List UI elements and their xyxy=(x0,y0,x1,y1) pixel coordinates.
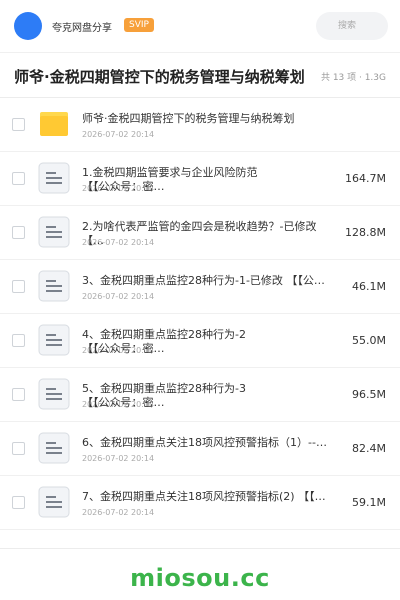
item-size: 82.4M xyxy=(352,442,386,455)
item-name-continued: 【… xyxy=(82,234,104,247)
item-date: 2026-07-02 20:14 xyxy=(82,508,155,517)
select-checkbox[interactable] xyxy=(12,388,25,401)
item-name-continued: 【【公众号：密… xyxy=(82,396,165,409)
folder-icon xyxy=(40,112,68,136)
item-size: 59.1M xyxy=(352,496,386,509)
select-checkbox[interactable] xyxy=(12,280,25,293)
item-name-continued: 【【公众号：密… xyxy=(82,180,165,193)
page-title: 师爷·金税四期管控下的税务管理与纳税筹划 xyxy=(14,68,305,86)
select-checkbox[interactable] xyxy=(12,172,25,185)
item-name: 1.金税四期监管要求与企业风险防范 xyxy=(82,166,258,179)
folder-meta: 共 13 项 · 1.3G xyxy=(320,73,386,83)
document-icon xyxy=(38,486,70,518)
item-size: 46.1M xyxy=(352,280,386,293)
item-name: 5、金税四期重点监控28种行为-3 xyxy=(82,382,246,395)
list-item[interactable]: 7、金税四期重点关注18项风控预警指标(2) 【【… 2026-07-02 20… xyxy=(0,476,400,530)
list-item[interactable]: 6、金税四期重点关注18项风控预警指标（1）--已… 2026-07-02 20… xyxy=(0,422,400,476)
select-checkbox[interactable] xyxy=(12,442,25,455)
list-item[interactable]: 3、金税四期重点监控28种行为-1-已修改 【【公… 2026-07-02 20… xyxy=(0,260,400,314)
item-name: 2.为啥代表严监管的金四会是税收趋势？-已修改 xyxy=(82,220,317,233)
select-checkbox[interactable] xyxy=(12,496,25,509)
avatar[interactable] xyxy=(14,12,42,40)
item-size: 96.5M xyxy=(352,388,386,401)
top-bar: 夸克网盘分享 SVIP 搜索 xyxy=(0,0,400,52)
divider xyxy=(0,548,400,549)
svip-badge: SVIP xyxy=(124,18,154,32)
document-icon xyxy=(38,270,70,302)
document-icon xyxy=(38,216,70,248)
list-item[interactable]: 1.金税四期监管要求与企业风险防范 2026-07-02 20:14 【【公众号… xyxy=(0,152,400,206)
item-name-continued: 【【公众号：密… xyxy=(82,342,165,355)
item-size: 55.0M xyxy=(352,334,386,347)
item-size: 128.8M xyxy=(345,226,386,239)
select-checkbox[interactable] xyxy=(12,118,25,131)
document-icon xyxy=(38,162,70,194)
list-item[interactable]: 4、金税四期重点监控28种行为-2 2026-07-02 20:14 【【公众号… xyxy=(0,314,400,368)
file-list: 师爷·金税四期管控下的税务管理与纳税筹划 2026-07-02 20:14 1.… xyxy=(0,98,400,530)
item-date: 2026-07-02 20:14 xyxy=(82,454,155,463)
select-checkbox[interactable] xyxy=(12,226,25,239)
folder-header: 师爷·金税四期管控下的税务管理与纳税筹划 共 13 项 · 1.3G xyxy=(0,52,400,98)
item-date: 2026-07-02 20:14 xyxy=(82,292,155,301)
item-name: 6、金税四期重点关注18项风控预警指标（1）--已… xyxy=(82,436,334,449)
item-size: 164.7M xyxy=(345,172,386,185)
item-name: 3、金税四期重点监控28种行为-1-已修改 【【公… xyxy=(82,274,325,287)
user-name: 夸克网盘分享 xyxy=(52,23,112,34)
document-icon xyxy=(38,324,70,356)
search-input[interactable]: 搜索 xyxy=(316,12,388,40)
item-name: 师爷·金税四期管控下的税务管理与纳税筹划 xyxy=(82,112,295,125)
list-item[interactable]: 5、金税四期重点监控28种行为-3 2026-07-02 20:14 【【公众号… xyxy=(0,368,400,422)
watermark: miosou.cc xyxy=(130,564,270,592)
select-checkbox[interactable] xyxy=(12,334,25,347)
document-icon xyxy=(38,378,70,410)
list-item[interactable]: 师爷·金税四期管控下的税务管理与纳税筹划 2026-07-02 20:14 xyxy=(0,98,400,152)
document-icon xyxy=(38,432,70,464)
item-date: 2026-07-02 20:14 xyxy=(82,130,155,139)
item-name: 4、金税四期重点监控28种行为-2 xyxy=(82,328,246,341)
list-item[interactable]: 2.为啥代表严监管的金四会是税收趋势？-已修改 2026-07-02 20:14… xyxy=(0,206,400,260)
item-name: 7、金税四期重点关注18项风控预警指标(2) 【【… xyxy=(82,490,326,503)
